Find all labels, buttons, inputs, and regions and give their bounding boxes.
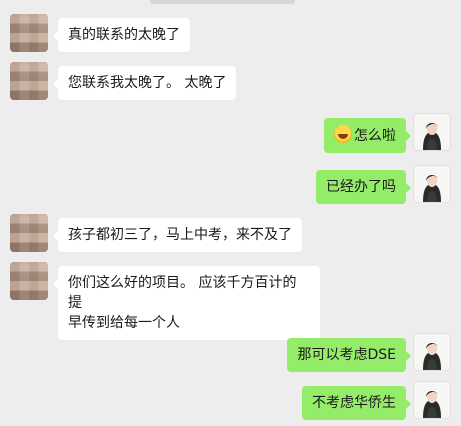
message-bubble-outgoing[interactable]: 已经办了吗 — [316, 170, 411, 204]
grinning-sweat-emoji-icon — [334, 125, 352, 143]
message-bubble-incoming[interactable]: 真的联系的太晚了 — [53, 18, 190, 52]
message-text: 您联系我太晚了。 太晚了 — [68, 75, 227, 91]
message-bubble-outgoing[interactable]: 不考虑华侨生 — [302, 386, 411, 420]
message-text: 不考虑华侨生 — [312, 395, 396, 411]
message-bubble-outgoing[interactable]: 怎么啦 — [324, 118, 411, 153]
message-text: 那可以考虑DSE — [297, 347, 396, 363]
message-text: 怎么啦 — [354, 128, 396, 144]
contact-avatar[interactable] — [10, 14, 48, 52]
message-bubble-incoming[interactable]: 您联系我太晚了。 太晚了 — [52, 66, 237, 100]
woman-portrait-icon — [414, 334, 450, 370]
contact-avatar[interactable] — [10, 62, 48, 100]
woman-portrait-icon — [414, 114, 450, 150]
chat-window: 真的联系的太晚了 您联系我太晚了。 太晚了 怎么啦 已经办了吗 孩子都初三了，马… — [0, 0, 461, 426]
contact-avatar[interactable] — [10, 214, 48, 252]
my-avatar[interactable] — [413, 381, 451, 419]
top-edge-bar — [150, 0, 295, 4]
woman-portrait-icon — [414, 166, 450, 202]
my-avatar[interactable] — [413, 333, 451, 371]
my-avatar[interactable] — [413, 113, 451, 151]
message-text: 已经办了吗 — [326, 179, 396, 195]
message-text: 孩子都初三了，马上中考，来不及了 — [68, 227, 292, 243]
message-bubble-incoming[interactable]: 孩子都初三了，马上中考，来不及了 — [53, 218, 302, 252]
message-text-line: 早传到给每一个人 — [68, 315, 180, 331]
message-bubble-incoming[interactable]: 你们这么好的项目。 应该千方百计的提 早传到给每一个人 — [53, 266, 320, 340]
my-avatar[interactable] — [413, 165, 451, 203]
message-text: 真的联系的太晚了 — [68, 27, 180, 43]
contact-avatar[interactable] — [10, 262, 48, 300]
message-text-line: 你们这么好的项目。 应该千方百计的提 — [68, 275, 297, 311]
woman-portrait-icon — [414, 382, 450, 418]
message-bubble-outgoing[interactable]: 那可以考虑DSE — [287, 338, 411, 372]
